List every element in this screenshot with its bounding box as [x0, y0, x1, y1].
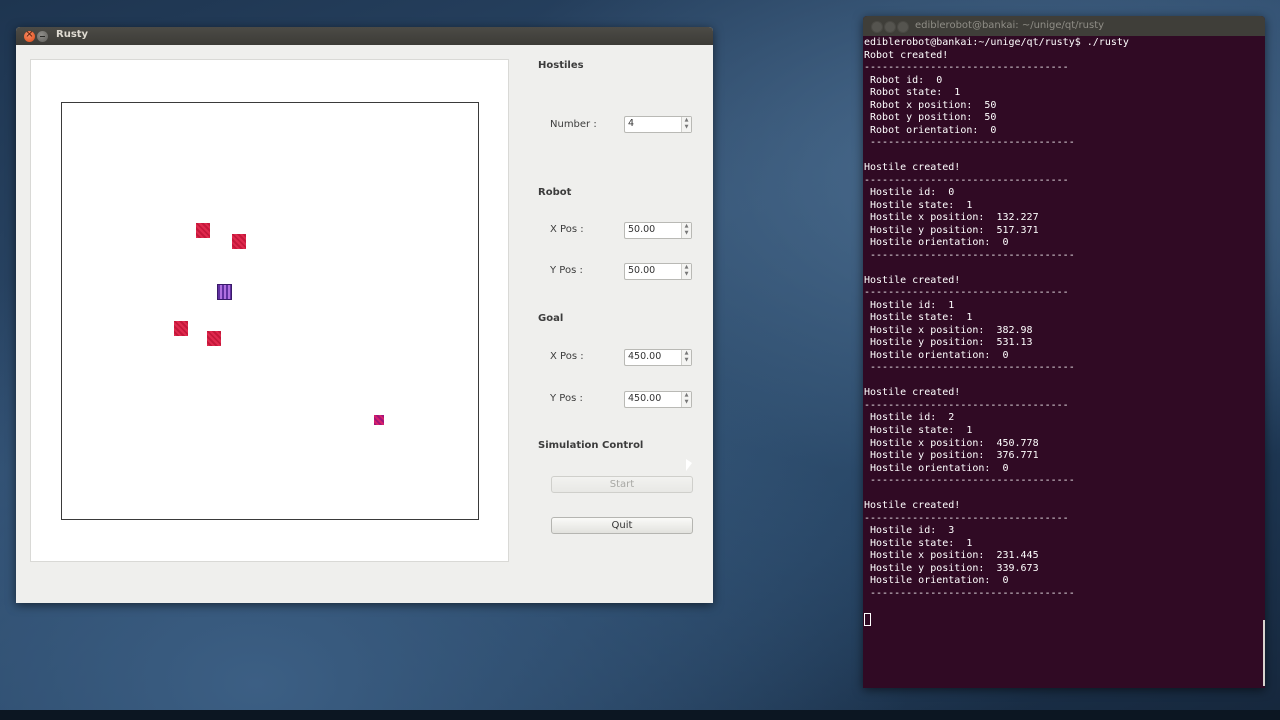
spin-arrows-icon[interactable]: ▲ ▼ [681, 117, 691, 132]
terminal-output[interactable]: ediblerobot@bankai:~/unige/qt/rusty$ ./r… [864, 37, 1265, 688]
robot-x-spinbox[interactable]: 50.00 ▲ ▼ [624, 222, 692, 239]
hostiles-number-value: 4 [628, 118, 635, 129]
terminal-line: ---------------------------------- [864, 475, 1075, 487]
terminal-window[interactable]: ediblerobot@bankai: ~/unige/qt/rusty edi… [863, 16, 1265, 688]
terminal-line: ---------------------------------- [864, 137, 1075, 149]
hostiles-number-label: Number : [550, 119, 597, 130]
terminal-line: Hostile x position: 450.778 [864, 437, 1039, 449]
terminal-line: Hostile y position: 339.673 [864, 562, 1039, 574]
terminal-line: Hostile state: 1 [864, 537, 973, 549]
hostile-marker [232, 234, 246, 249]
terminal-line: Hostile id: 3 [864, 525, 955, 537]
desktop-bottom-strip [0, 710, 1280, 720]
terminal-line: Hostile y position: 376.771 [864, 450, 1039, 462]
window-title: Rusty [56, 29, 89, 40]
rusty-titlebar[interactable]: Rusty [16, 27, 713, 45]
terminal-line: Robot id: 0 [864, 74, 943, 86]
quit-button[interactable]: Quit [551, 517, 693, 534]
simulation-heading: Simulation Control [538, 440, 644, 451]
terminal-line: Hostile x position: 231.445 [864, 550, 1039, 562]
robot-marker [217, 284, 232, 300]
terminal-line: Hostile created! [864, 387, 961, 399]
hostiles-heading: Hostiles [538, 60, 584, 71]
robot-x-label: X Pos : [550, 224, 584, 235]
spin-arrows-icon[interactable]: ▲ ▼ [681, 223, 691, 238]
spin-arrows-icon[interactable]: ▲ ▼ [681, 264, 691, 279]
terminal-line: Hostile created! [864, 500, 961, 512]
terminal-line: ---------------------------------- [864, 587, 1075, 599]
terminal-line: ediblerobot@bankai:~/unige/qt/rusty$ ./r… [864, 37, 1129, 48]
terminal-line: Hostile x position: 382.98 [864, 324, 1033, 336]
terminal-line: Hostile x position: 132.227 [864, 212, 1039, 224]
terminal-line: Robot y position: 50 [864, 112, 997, 124]
terminal-line: ---------------------------------- [864, 399, 1069, 411]
terminal-line: Hostile created! [864, 162, 961, 174]
terminal-line: Robot created! [864, 49, 949, 61]
spin-arrows-icon[interactable]: ▲ ▼ [681, 350, 691, 365]
terminal-line: Hostile created! [864, 274, 961, 286]
terminal-line: Robot x position: 50 [864, 99, 997, 111]
hostile-marker [207, 331, 221, 346]
hostiles-number-spinbox[interactable]: 4 ▲ ▼ [624, 116, 692, 133]
terminal-line: Hostile id: 1 [864, 299, 955, 311]
goal-y-label: Y Pos : [550, 393, 583, 404]
terminal-line: ---------------------------------- [864, 249, 1075, 261]
close-icon[interactable] [871, 21, 883, 33]
hostile-marker [174, 321, 188, 336]
robot-x-value: 50.00 [628, 224, 656, 235]
goal-heading: Goal [538, 313, 564, 324]
start-button[interactable]: Start [551, 476, 693, 493]
simulation-canvas [30, 59, 509, 562]
terminal-line: Hostile id: 0 [864, 187, 955, 199]
arena [61, 102, 479, 520]
robot-heading: Robot [538, 187, 572, 198]
terminal-line: ---------------------------------- [864, 362, 1075, 374]
terminal-line: Robot state: 1 [864, 87, 961, 99]
goal-x-label: X Pos : [550, 351, 584, 362]
terminal-line: ---------------------------------- [864, 287, 1069, 299]
terminal-line: Hostile orientation: 0 [864, 462, 1009, 474]
terminal-prompt-line [864, 612, 1265, 626]
terminal-line: ---------------------------------- [864, 512, 1069, 524]
terminal-line: Hostile id: 2 [864, 412, 955, 424]
close-icon[interactable] [24, 28, 35, 42]
terminal-line: Hostile orientation: 0 [864, 575, 1009, 587]
goal-x-spinbox[interactable]: 450.00 ▲ ▼ [624, 349, 692, 366]
robot-y-spinbox[interactable]: 50.00 ▲ ▼ [624, 263, 692, 280]
hostile-marker [196, 223, 210, 238]
terminal-line: Hostile state: 1 [864, 424, 973, 436]
terminal-line: Hostile orientation: 0 [864, 237, 1009, 249]
mouse-cursor-icon [686, 459, 692, 471]
terminal-line: Hostile orientation: 0 [864, 349, 1009, 361]
terminal-title: ediblerobot@bankai: ~/unige/qt/rusty [915, 20, 1105, 31]
terminal-line: Hostile state: 1 [864, 312, 973, 324]
terminal-cursor [864, 612, 871, 626]
goal-marker [374, 415, 384, 425]
goal-x-value: 450.00 [628, 351, 662, 362]
terminal-line: ---------------------------------- [864, 62, 1069, 74]
terminal-line: Hostile y position: 531.13 [864, 337, 1033, 349]
goal-y-value: 450.00 [628, 393, 662, 404]
rusty-window: Rusty Hostiles Number : 4 ▲▼ Robot X Pos… [16, 27, 713, 603]
robot-y-label: Y Pos : [550, 265, 583, 276]
robot-y-value: 50.00 [628, 265, 656, 276]
terminal-line: Robot orientation: 0 [864, 124, 997, 136]
minimize-icon[interactable] [884, 21, 896, 33]
terminal-line: Hostile y position: 517.371 [864, 224, 1039, 236]
goal-y-spinbox[interactable]: 450.00 ▲ ▼ [624, 391, 692, 408]
maximize-icon[interactable] [897, 21, 909, 33]
terminal-scrollbar[interactable] [1263, 620, 1265, 686]
terminal-line: ---------------------------------- [864, 174, 1069, 186]
terminal-line: Hostile state: 1 [864, 199, 973, 211]
spin-arrows-icon[interactable]: ▲ ▼ [681, 392, 691, 407]
minimize-icon[interactable] [37, 31, 48, 42]
terminal-titlebar[interactable]: ediblerobot@bankai: ~/unige/qt/rusty [863, 16, 1265, 36]
